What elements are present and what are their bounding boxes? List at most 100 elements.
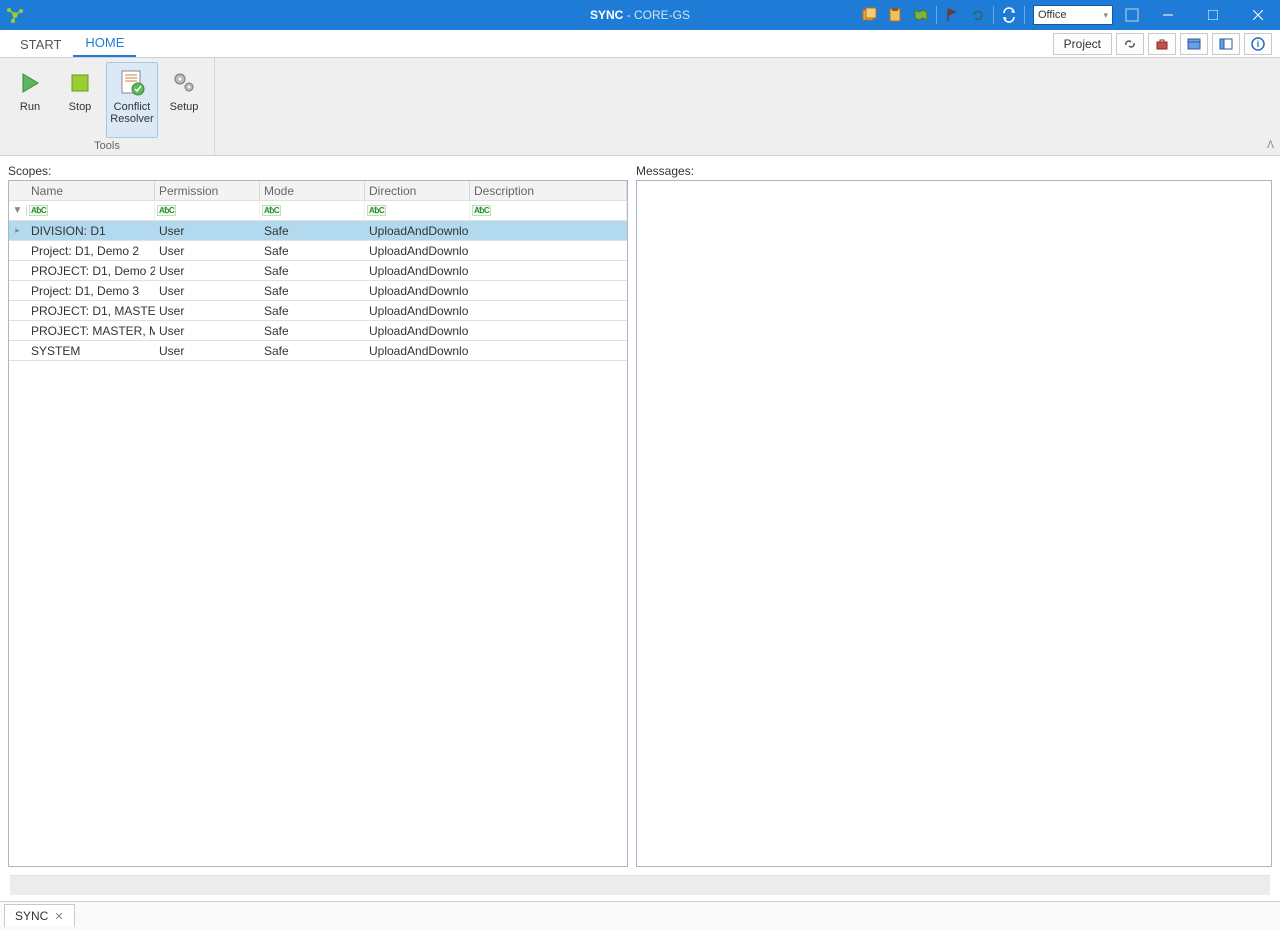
document-check-icon <box>116 67 148 99</box>
tab-home[interactable]: HOME <box>73 29 136 57</box>
window-minimize-button[interactable] <box>1145 0 1190 30</box>
scopes-panel: Scopes: Name Permission Mode Direction D… <box>8 164 628 867</box>
cell-name: Project: D1, Demo 2 <box>27 241 155 260</box>
table-row[interactable]: PROJECT: D1, Demo 2aUserSafeUploadAndDow… <box>9 261 627 281</box>
titlebar-flag-icon[interactable] <box>939 0 965 30</box>
grid-filter-row: ▼ A␢C A␢C A␢C A␢C A␢C <box>9 201 627 221</box>
conflict-resolver-label: ConflictResolver <box>110 101 153 125</box>
cell-name: SYSTEM <box>27 341 155 360</box>
column-header-description[interactable]: Description <box>470 181 627 200</box>
status-bar <box>10 875 1270 895</box>
toolbar-briefcase-icon[interactable] <box>1148 33 1176 55</box>
cell-direction: UploadAndDownlo… <box>365 261 470 280</box>
cell-permission: User <box>155 281 260 300</box>
cell-name: Project: D1, Demo 3 <box>27 281 155 300</box>
filter-icon[interactable]: ▼ <box>9 205 27 216</box>
svg-text:i: i <box>1257 39 1260 49</box>
cell-description <box>470 281 627 300</box>
cell-description <box>470 261 627 280</box>
filter-cell-mode[interactable]: A␢C <box>260 201 365 220</box>
cell-description <box>470 221 627 240</box>
table-row[interactable]: ▸DIVISION: D1UserSafeUploadAndDownlo… <box>9 221 627 241</box>
setup-button[interactable]: Setup <box>160 62 208 138</box>
theme-combo[interactable]: Office ▾ <box>1033 5 1113 25</box>
toolbar-window-icon[interactable] <box>1180 33 1208 55</box>
cell-description <box>470 341 627 360</box>
chevron-down-icon: ▾ <box>1103 10 1108 21</box>
grid-header-row: Name Permission Mode Direction Descripti… <box>9 181 627 201</box>
column-header-mode[interactable]: Mode <box>260 181 365 200</box>
ribbon-collapse-icon[interactable]: ᐱ <box>1267 140 1274 151</box>
filter-cell-description[interactable]: A␢C <box>470 201 627 220</box>
cell-permission: User <box>155 221 260 240</box>
document-tab-sync[interactable]: SYNC ✕ <box>4 904 75 927</box>
cell-permission: User <box>155 341 260 360</box>
column-header-permission[interactable]: Permission <box>155 181 260 200</box>
cell-mode: Safe <box>260 341 365 360</box>
cell-mode: Safe <box>260 261 365 280</box>
cell-name: DIVISION: D1 <box>27 221 155 240</box>
titlebar-clipboard-icon[interactable] <box>882 0 908 30</box>
table-row[interactable]: Project: D1, Demo 2UserSafeUploadAndDown… <box>9 241 627 261</box>
titlebar-refresh-icon[interactable] <box>965 0 991 30</box>
titlebar-sync-icon[interactable] <box>996 0 1022 30</box>
cell-description <box>470 321 627 340</box>
document-tab-label: SYNC <box>15 909 48 923</box>
cell-direction: UploadAndDownlo… <box>365 321 470 340</box>
title-main: SYNC <box>590 8 623 22</box>
toolbar-panel-icon[interactable] <box>1212 33 1240 55</box>
ribbon-tab-strip: START HOME Project i <box>0 30 1280 58</box>
titlebar-separator <box>1024 6 1025 24</box>
cell-mode: Safe <box>260 321 365 340</box>
conflict-resolver-button[interactable]: ConflictResolver <box>106 62 158 138</box>
window-maximize-button[interactable] <box>1190 0 1235 30</box>
column-header-name[interactable]: Name <box>27 181 155 200</box>
cell-direction: UploadAndDownlo… <box>365 281 470 300</box>
theme-combo-value: Office <box>1038 9 1067 21</box>
filter-cell-permission[interactable]: A␢C <box>155 201 260 220</box>
ribbon-group-label: Tools <box>6 138 208 155</box>
stop-label: Stop <box>69 101 92 113</box>
messages-label: Messages: <box>636 164 1272 178</box>
ribbon: Run Stop ConflictResolver Setup Tools ᐱ <box>0 58 1280 156</box>
cell-mode: Safe <box>260 301 365 320</box>
cell-permission: User <box>155 321 260 340</box>
run-button[interactable]: Run <box>6 62 54 138</box>
row-expander[interactable]: ▸ <box>9 225 27 236</box>
filter-cell-direction[interactable]: A␢C <box>365 201 470 220</box>
table-row[interactable]: PROJECT: D1, MASTERUserSafeUploadAndDown… <box>9 301 627 321</box>
titlebar-separator <box>993 6 994 24</box>
titlebar-map-icon[interactable] <box>908 0 934 30</box>
titlebar-card-icon[interactable] <box>856 0 882 30</box>
tab-start[interactable]: START <box>8 31 73 57</box>
titlebar-fullscreen-icon[interactable] <box>1119 0 1145 30</box>
ribbon-group-tools: Run Stop ConflictResolver Setup Tools <box>0 58 215 155</box>
stop-icon <box>64 67 96 99</box>
cell-name: PROJECT: D1, MASTER <box>27 301 155 320</box>
gears-icon <box>168 67 200 99</box>
cell-description <box>470 241 627 260</box>
titlebar-separator <box>936 6 937 24</box>
cell-permission: User <box>155 261 260 280</box>
close-icon[interactable]: ✕ <box>54 910 63 923</box>
window-close-button[interactable] <box>1235 0 1280 30</box>
scopes-grid: Name Permission Mode Direction Descripti… <box>9 181 627 361</box>
filter-cell-name[interactable]: A␢C <box>27 201 155 220</box>
toolbar-info-icon[interactable]: i <box>1244 33 1272 55</box>
column-header-direction[interactable]: Direction <box>365 181 470 200</box>
cell-description <box>470 301 627 320</box>
title-bar: SYNC - CORE-GS Office ▾ <box>0 0 1280 30</box>
play-icon <box>14 67 46 99</box>
cell-mode: Safe <box>260 221 365 240</box>
messages-panel: Messages: <box>636 164 1272 867</box>
table-row[interactable]: Project: D1, Demo 3UserSafeUploadAndDown… <box>9 281 627 301</box>
table-row[interactable]: SYSTEMUserSafeUploadAndDownlo… <box>9 341 627 361</box>
messages-box <box>636 180 1272 867</box>
app-logo-icon <box>0 7 30 23</box>
project-button[interactable]: Project <box>1053 33 1112 55</box>
toolbar-link-icon[interactable] <box>1116 33 1144 55</box>
title-sub: - CORE-GS <box>623 8 690 22</box>
table-row[interactable]: PROJECT: MASTER, M…UserSafeUploadAndDown… <box>9 321 627 341</box>
stop-button[interactable]: Stop <box>56 62 104 138</box>
setup-label: Setup <box>170 101 199 113</box>
